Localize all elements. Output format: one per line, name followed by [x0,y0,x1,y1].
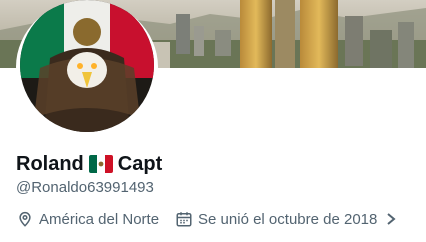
avatar-image [20,0,154,132]
calendar-icon [175,210,193,228]
profile-meta: América del Norte Se unió el octubre de … [16,209,397,229]
mexico-flag-icon [88,155,113,173]
chevron-right-icon[interactable] [385,212,397,226]
eagle-flag-image [20,0,154,132]
profile-name-last: Capt [117,152,163,175]
location-item: América del Norte [16,210,159,228]
joined-item[interactable]: Se unió el octubre de 2018 [175,210,397,228]
profile-handle: @Ronaldo63991493 [16,179,154,196]
profile-avatar[interactable] [16,0,158,134]
profile-name: Roland Capt [16,152,162,176]
joined-text[interactable]: Se unió el octubre de 2018 [198,211,377,228]
location-pin-icon [16,210,34,228]
profile-name-first: Roland [16,152,84,175]
location-text: América del Norte [39,210,160,228]
